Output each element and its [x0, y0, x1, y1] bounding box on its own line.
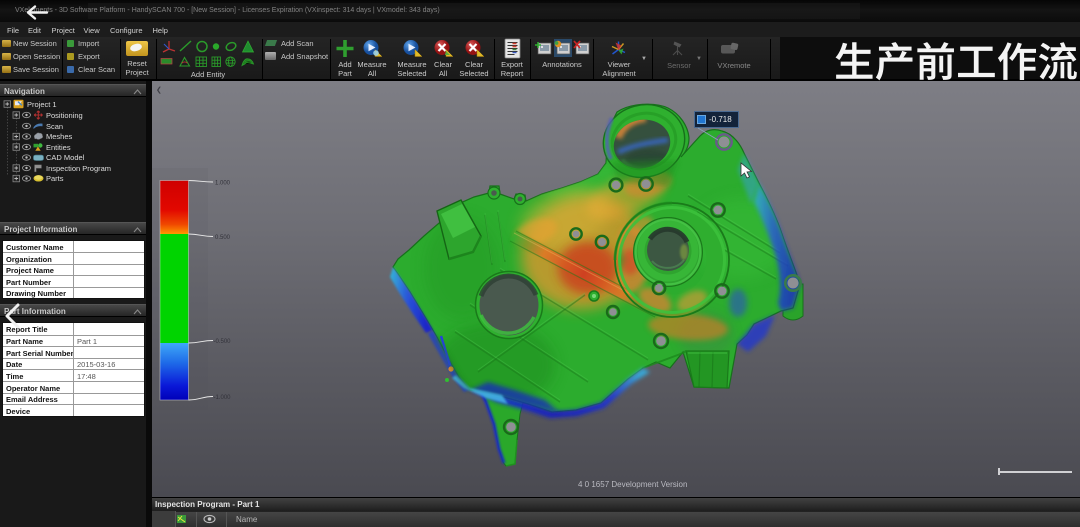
svg-text:-0.500: -0.500 [214, 339, 232, 345]
svg-text:-1.000: -1.000 [214, 395, 232, 401]
svg-text:1.000: 1.000 [215, 181, 231, 187]
svg-text:0.500: 0.500 [215, 235, 231, 241]
